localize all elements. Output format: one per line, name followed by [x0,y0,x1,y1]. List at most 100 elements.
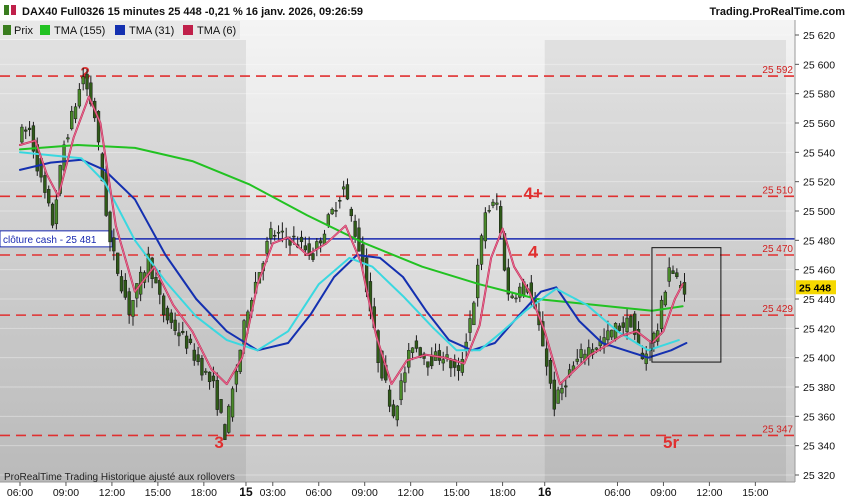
candle-body [269,228,273,239]
x-tick-label-5: 15 [239,485,253,499]
current-price-label: 25 448 [799,282,831,294]
y-tick-label-9: 25 440 [803,294,835,306]
x-tick-label-4: 18:00 [191,487,217,499]
x-tick-label-7: 06:00 [306,487,332,499]
candle-body [24,129,28,132]
candle-body [116,252,120,274]
candle-body [514,297,518,300]
candle-body [671,270,675,274]
x-tick-label-15: 12:00 [696,487,722,499]
candle-body [334,210,338,212]
x-tick-label-9: 12:00 [398,487,424,499]
candle-body [472,302,476,326]
candle-body [399,380,403,401]
candle-body [483,212,488,242]
candle-body [43,175,47,193]
y-tick-label-4: 25 540 [803,147,835,159]
candle-body [81,76,85,85]
x-tick-label-11: 18:00 [489,487,515,499]
level-value-label-1: 25 510 [762,185,793,196]
candle-body [341,186,346,190]
legend-icon-tma31 [115,25,125,35]
candle-body [276,231,281,234]
candle-body [667,267,671,282]
y-tick-label-1: 25 600 [803,59,835,71]
candle-body [66,137,70,140]
candle-body [610,329,614,338]
candle-body [349,208,353,217]
candle-body [460,359,465,373]
candle-body [441,359,445,364]
candle-body [414,340,419,349]
y-tick-label-13: 25 360 [803,411,835,423]
level-value-label-0: 25 592 [762,65,793,76]
candle-body [173,319,177,332]
level-value-label-4: 25 347 [762,424,793,435]
header-logo-2 [11,5,16,15]
candle-body [20,126,24,143]
level-marker-5: 5r [663,433,679,452]
x-tick-label-10: 15:00 [443,487,469,499]
y-tick-label-3: 25 560 [803,118,835,130]
candle-body [629,315,633,328]
level-value-label-3: 25 429 [762,304,793,315]
level-marker-1: 4+ [524,184,543,203]
candle-body [230,388,235,418]
x-tick-label-0: 06:00 [7,487,33,499]
level-value-label-2: 25 470 [762,244,793,255]
candle-body [318,240,323,244]
legend-label-prix: Prix [14,25,33,37]
candle-body [579,349,583,358]
candle-body [119,276,124,292]
candle-body [303,245,308,251]
y-tick-label-8: 25 460 [803,265,835,277]
candle-body [430,354,434,367]
x-tick-label-12: 16 [538,485,552,499]
candle-body [330,208,334,215]
candle-body [165,307,170,321]
candle-body [621,322,625,328]
legend: Prix TMA (155) TMA (31) TMA (6) [0,21,240,39]
candle-body [73,106,78,120]
y-tick-label-5: 25 520 [803,177,835,189]
candle-body [625,317,629,333]
candle-body [353,220,357,237]
candle-body [387,389,392,407]
candle-body [617,325,622,331]
candle-body [449,360,453,369]
candle-body [181,331,185,333]
legend-label-tma155: TMA (155) [54,25,105,37]
candle-body [491,201,495,206]
candle-body [575,358,579,362]
candle-body [311,253,315,260]
y-tick-label-7: 25 480 [803,235,835,247]
candle-body [234,371,239,385]
header-logo [4,5,9,15]
y-tick-label-10: 25 420 [803,323,835,335]
candle-body [479,235,484,265]
candle-body [104,171,108,216]
price-chart[interactable]: 25 592225 5104+25 470425 42925 3473 5rclô… [0,0,850,500]
candle-body [200,357,204,376]
candle-body [227,405,231,433]
y-tick-label-2: 25 580 [803,89,835,101]
chart-title: DAX40 Full0326 15 minutes 25 448 -0,21 %… [22,6,363,18]
candle-body [487,210,491,212]
candle-body [403,372,407,383]
candle-body [112,237,116,252]
candle-body [594,347,599,350]
candle-body [207,371,212,383]
candle-body [391,404,396,417]
candle-body [204,370,208,373]
footer-note: ProRealTime Trading Historique ajusté au… [4,472,235,483]
candle-body [556,389,560,404]
candle-body [108,211,112,243]
candle-body [127,291,131,315]
level-marker-4: 3 [214,433,223,452]
y-tick-label-15: 25 320 [803,470,835,482]
candle-body [395,405,399,421]
candle-body [77,89,82,107]
candle-body [361,244,365,264]
candle-body [85,73,89,90]
candle-body [426,361,430,368]
